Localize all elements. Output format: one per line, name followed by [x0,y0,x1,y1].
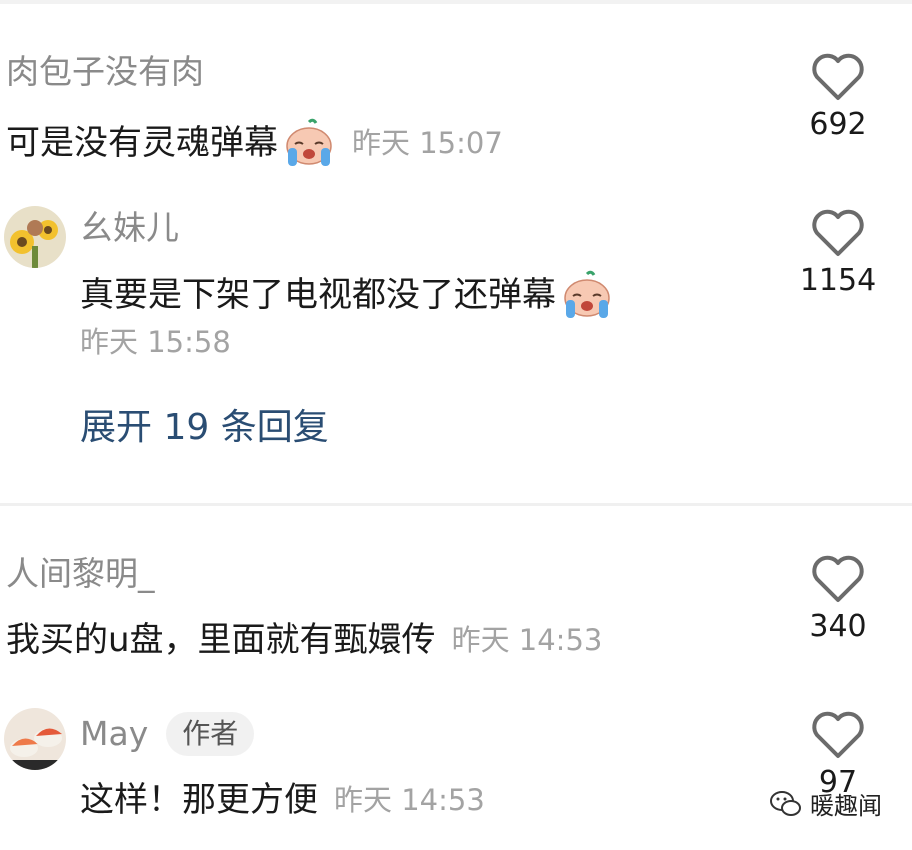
comment-username[interactable]: 人间黎明_ [6,554,155,594]
reply-username[interactable]: 幺妹儿 [80,208,179,248]
reply-body: 这样！那更方便 [80,780,318,820]
watermark: 暖趣闻 [770,786,882,821]
like-button[interactable]: 340 [788,554,888,644]
comment-time: 昨天 15:07 [352,126,503,160]
heart-outline-icon [812,711,864,758]
crying-emoji-icon [286,118,332,166]
sushi-avatar-icon [4,708,66,770]
avatar[interactable] [4,708,66,770]
top-divider [0,0,912,4]
comment-text: 我买的u盘，里面就有甄嬛传 昨天 14:53 [6,618,602,662]
reply-time: 昨天 15:58 [80,325,231,359]
author-badge: 作者 [166,712,255,756]
watermark-text: 暖趣闻 [810,792,882,820]
crying-emoji-icon [564,270,610,318]
reply-username[interactable]: May [80,714,148,754]
avatar[interactable] [4,206,66,268]
like-count: 692 [809,107,867,142]
comment-divider [0,503,912,506]
reply-body: 真要是下架了电视都没了还弹幕 [80,275,556,315]
reply-header: May 作者 [80,712,255,756]
comment-body: 可是没有灵魂弹幕 [6,123,278,163]
heart-outline-icon [812,555,864,602]
like-count: 1154 [799,263,877,298]
reply-time: 昨天 14:53 [334,783,485,817]
heart-outline-icon [812,209,864,256]
comment-username[interactable]: 肉包子没有肉 [6,52,204,92]
like-button[interactable]: 692 [788,52,888,142]
heart-outline-icon [812,53,864,100]
like-button[interactable]: 1154 [788,208,888,298]
reply-text: 这样！那更方便 昨天 14:53 [80,778,485,822]
wechat-icon [770,790,801,816]
expand-replies-link[interactable]: 展开 19 条回复 [80,406,329,450]
sunflower-avatar-icon [4,206,66,268]
reply-text: 真要是下架了电视都没了还弹幕 [80,270,614,320]
comment-time: 昨天 14:53 [451,623,603,657]
comment-body: 我买的u盘，里面就有甄嬛传 [6,620,436,660]
like-count: 340 [809,609,867,644]
comment-text: 可是没有灵魂弹幕 昨天 15:07 [6,118,503,168]
